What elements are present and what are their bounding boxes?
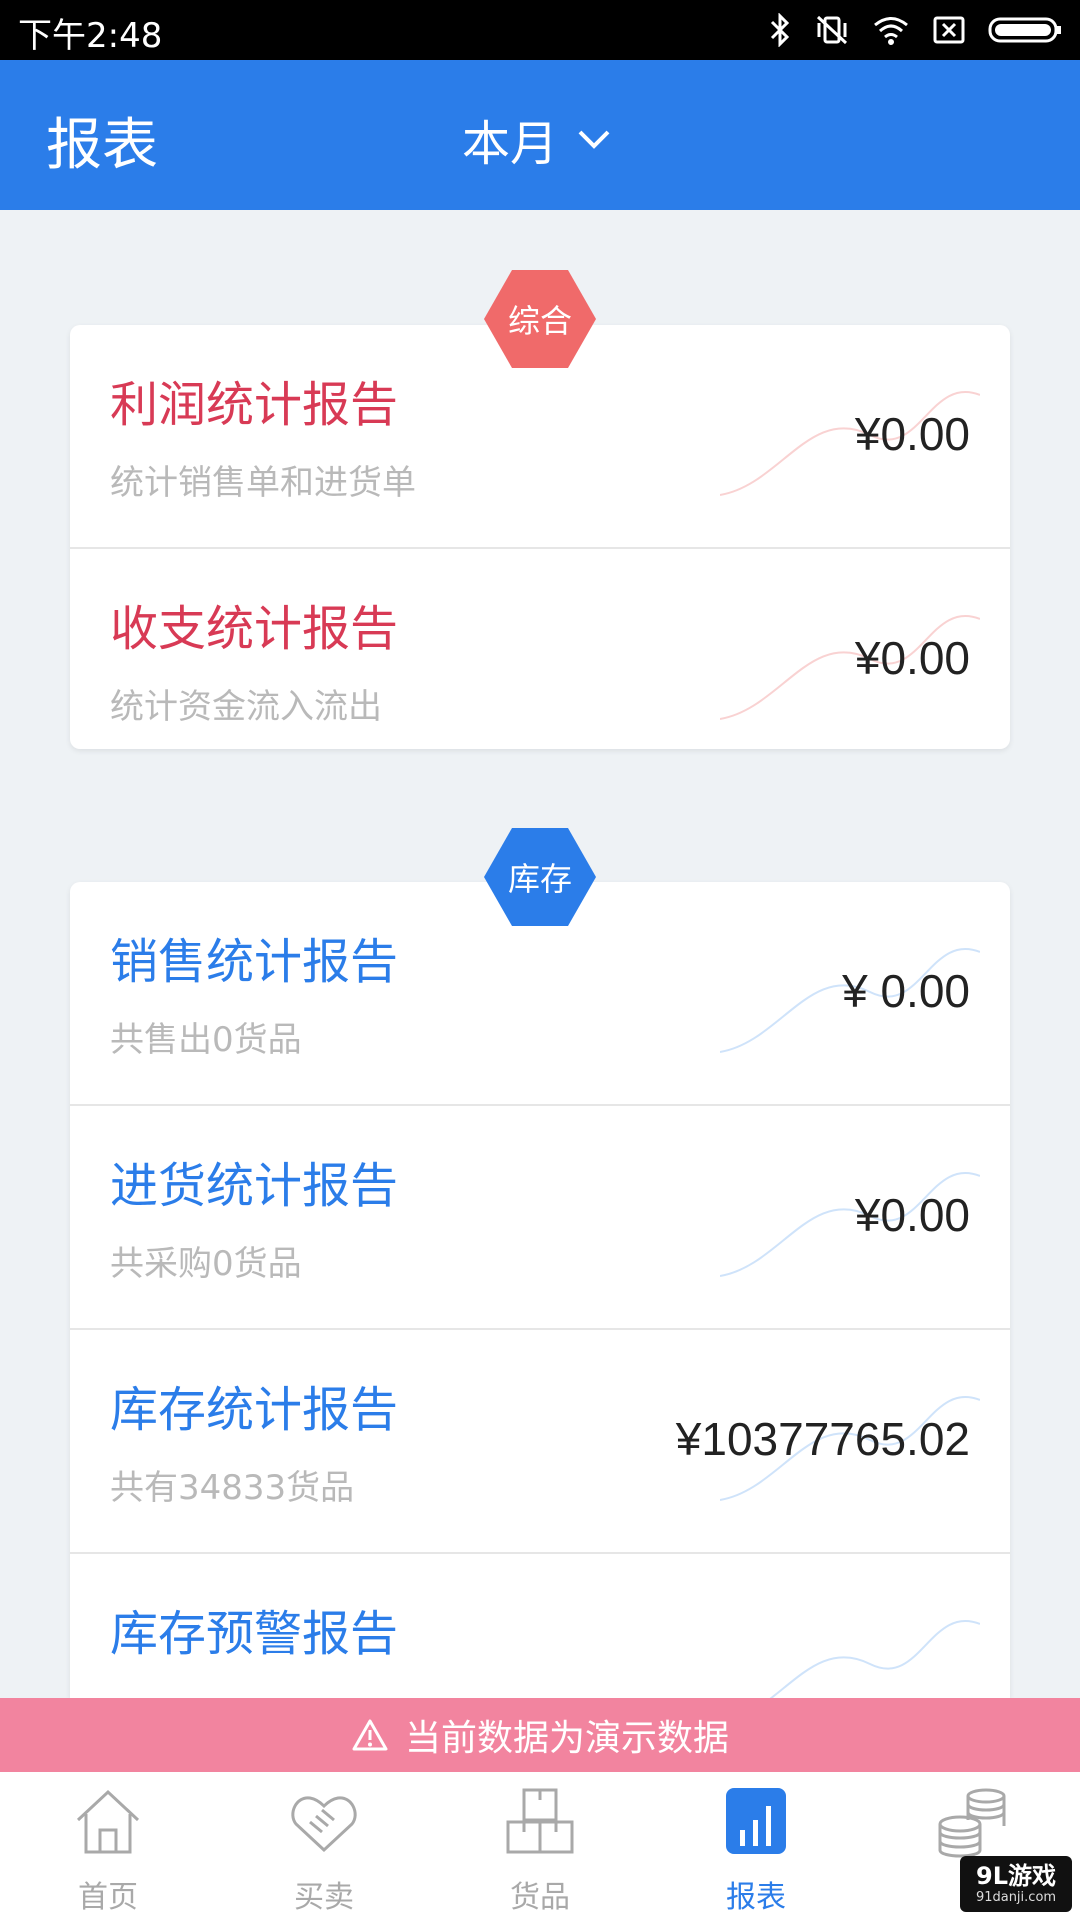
no-sim-icon: [933, 16, 965, 44]
report-row-stock-warning[interactable]: 库存预警报告: [70, 1554, 1010, 1698]
report-title: 库存统计报告: [110, 1382, 399, 1438]
status-time: 下午2:48: [18, 16, 163, 56]
report-title: 库存预警报告: [110, 1606, 399, 1662]
bar-chart-icon: [726, 1788, 786, 1854]
chevron-down-icon: [578, 130, 610, 149]
report-subtitle: 统计销售单和进货单: [110, 463, 416, 503]
bluetooth-icon: [770, 13, 790, 47]
report-subtitle: 共售出0货品: [110, 1020, 302, 1060]
report-row-income-expense[interactable]: 收支统计报告 统计资金流入流出 ¥0.00: [70, 549, 1010, 749]
watermark-main: 9L游戏: [976, 1862, 1056, 1890]
report-title: 利润统计报告: [110, 377, 399, 433]
warning-icon: [352, 1719, 388, 1751]
report-amount: ¥10377765.02: [675, 1413, 970, 1465]
home-icon: [76, 1789, 140, 1854]
nav-home[interactable]: 首页: [0, 1772, 216, 1920]
nav-label: 货品: [510, 1880, 570, 1915]
report-amount: ¥ 0.00: [842, 965, 970, 1017]
page-title: 报表: [46, 113, 158, 178]
period-dropdown[interactable]: 本月: [462, 104, 612, 174]
report-title: 销售统计报告: [110, 934, 399, 990]
nav-label: 报表: [726, 1880, 786, 1915]
status-icons: [768, 12, 1062, 48]
handshake-icon: [291, 1796, 357, 1853]
nav-goods[interactable]: 货品: [432, 1772, 648, 1920]
site-watermark: 9L游戏 91danji.com: [960, 1856, 1072, 1912]
watermark-sub: 91danji.com: [975, 1890, 1057, 1905]
coins-icon: [938, 1788, 1006, 1858]
report-amount: ¥0.00: [854, 408, 970, 460]
report-subtitle: 共采购0货品: [110, 1244, 302, 1284]
nav-trade[interactable]: 买卖: [216, 1772, 432, 1920]
nav-reports[interactable]: 报表: [648, 1772, 864, 1920]
status-bar: 下午2:48: [0, 0, 1080, 60]
report-amount: ¥0.00: [854, 1189, 970, 1241]
nav-label: 首页: [78, 1880, 138, 1915]
nav-label: 买卖: [294, 1880, 354, 1915]
demo-data-banner: 当前数据为演示数据: [0, 1698, 1080, 1772]
boxes-icon: [506, 1788, 574, 1854]
report-subtitle: 共有34833货品: [110, 1468, 355, 1508]
report-row-stock[interactable]: 库存统计报告 共有34833货品 ¥10377765.02: [70, 1330, 1010, 1554]
app-bar: 报表 本月: [0, 60, 1080, 210]
vibrate-off-icon: [816, 15, 848, 45]
bottom-nav: 首页 买卖 货品 报表: [0, 1772, 1080, 1920]
report-amount: ¥0.00: [854, 632, 970, 684]
wave-decoration: [769, 1620, 980, 1698]
demo-data-text: 当前数据为演示数据: [404, 1718, 729, 1759]
report-row-purchase[interactable]: 进货统计报告 共采购0货品 ¥0.00: [70, 1106, 1010, 1330]
section-card-general: 利润统计报告 统计销售单和进货单 ¥0.00 收支统计报告 统计资金流入流出 ¥…: [70, 325, 1010, 749]
report-title: 收支统计报告: [110, 601, 399, 657]
report-title: 进货统计报告: [110, 1158, 399, 1214]
battery-icon: [988, 17, 1061, 43]
section-card-inventory: 销售统计报告 共售出0货品 ¥ 0.00 进货统计报告 共采购0货品 ¥0.00…: [70, 882, 1010, 1698]
wifi-icon: [874, 17, 908, 45]
period-label: 本月: [462, 116, 559, 172]
report-subtitle: 统计资金流入流出: [110, 687, 382, 727]
